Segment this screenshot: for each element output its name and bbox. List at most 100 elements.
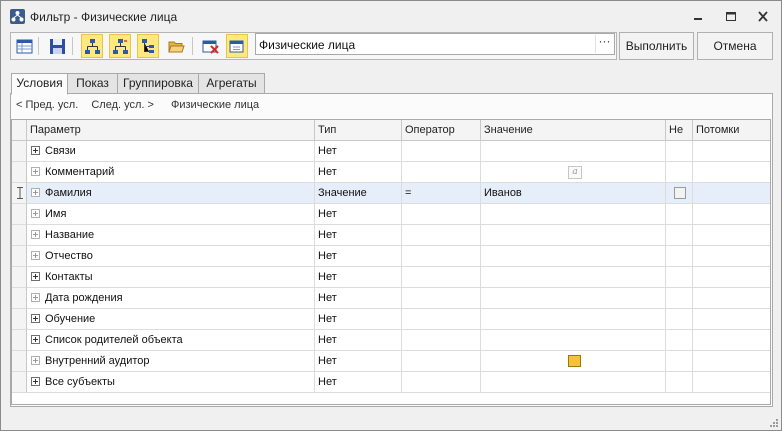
column-header-not[interactable]: Не (666, 120, 693, 141)
table-row[interactable]: Все субъекты Нет (12, 372, 770, 393)
cell-descendants[interactable] (693, 204, 770, 225)
expand-icon[interactable] (31, 314, 40, 323)
cell-type[interactable]: Нет (315, 225, 402, 246)
column-header-parameter[interactable]: Параметр (27, 120, 315, 141)
hierarchy-alt-button[interactable] (109, 34, 131, 58)
cell-value[interactable]: Иванов (481, 183, 666, 204)
cell-parameter[interactable]: Имя (27, 204, 315, 225)
cell-parameter[interactable]: Обучение (27, 309, 315, 330)
cell-not[interactable] (666, 204, 693, 225)
table-row[interactable]: Название Нет (12, 225, 770, 246)
cell-operator[interactable] (402, 225, 481, 246)
cell-not[interactable] (666, 372, 693, 393)
cell-operator[interactable] (402, 141, 481, 162)
cell-descendants[interactable] (693, 351, 770, 372)
cell-parameter[interactable]: Список родителей объекта (27, 330, 315, 351)
cell-descendants[interactable] (693, 183, 770, 204)
cell-operator[interactable] (402, 162, 481, 183)
cell-operator[interactable] (402, 351, 481, 372)
cell-operator[interactable] (402, 204, 481, 225)
cell-not[interactable] (666, 183, 693, 204)
cell-type[interactable]: Значение (315, 183, 402, 204)
run-button[interactable]: Выполнить (619, 32, 694, 60)
cell-descendants[interactable] (693, 330, 770, 351)
cell-operator[interactable] (402, 267, 481, 288)
table-row[interactable]: Обучение Нет (12, 309, 770, 330)
expand-icon[interactable] (31, 356, 40, 365)
close-icon[interactable] (756, 11, 770, 23)
cell-value[interactable] (481, 204, 666, 225)
expand-icon[interactable] (31, 377, 40, 386)
cell-parameter[interactable]: Контакты (27, 267, 315, 288)
apply-filter-button[interactable] (226, 34, 248, 58)
yellow-checkbox-icon[interactable] (568, 355, 581, 367)
table-row[interactable]: Имя Нет (12, 204, 770, 225)
text-icon[interactable]: a (568, 166, 582, 179)
table-row[interactable]: Список родителей объекта Нет (12, 330, 770, 351)
open-folder-button[interactable] (165, 34, 187, 58)
expand-icon[interactable] (31, 209, 40, 218)
tab-grouping[interactable]: Группировка (117, 73, 199, 94)
cell-value[interactable] (481, 225, 666, 246)
cell-operator[interactable] (402, 330, 481, 351)
cell-value[interactable] (481, 141, 666, 162)
column-header-type[interactable]: Тип (315, 120, 402, 141)
cell-type[interactable]: Нет (315, 330, 402, 351)
grid-settings-button[interactable] (13, 34, 35, 58)
cell-not[interactable] (666, 162, 693, 183)
expand-icon[interactable] (31, 335, 40, 344)
resize-grip-icon[interactable] (768, 417, 778, 427)
prev-condition-link[interactable]: < Пред. усл. (16, 99, 78, 111)
cell-parameter[interactable]: Название (27, 225, 315, 246)
table-row[interactable]: Отчество Нет (12, 246, 770, 267)
column-header-operator[interactable]: Оператор (402, 120, 481, 141)
cell-type[interactable]: Нет (315, 372, 402, 393)
cell-value[interactable] (481, 309, 666, 330)
cell-descendants[interactable] (693, 372, 770, 393)
cell-parameter[interactable]: Комментарий (27, 162, 315, 183)
table-row[interactable]: Комментарий Нет a (12, 162, 770, 183)
cell-operator[interactable] (402, 288, 481, 309)
cell-descendants[interactable] (693, 225, 770, 246)
cell-not[interactable] (666, 288, 693, 309)
cell-not[interactable] (666, 141, 693, 162)
cell-type[interactable]: Нет (315, 309, 402, 330)
expand-icon[interactable] (31, 167, 40, 176)
expand-icon[interactable] (31, 272, 40, 281)
expand-icon[interactable] (31, 230, 40, 239)
table-row[interactable]: Дата рождения Нет (12, 288, 770, 309)
clear-filter-button[interactable] (199, 34, 221, 58)
save-button[interactable] (46, 34, 68, 58)
cell-not[interactable] (666, 330, 693, 351)
cell-value[interactable] (481, 330, 666, 351)
cell-operator[interactable] (402, 246, 481, 267)
browse-button[interactable]: ··· (595, 35, 613, 53)
table-row[interactable]: Внутренний аудитор Нет (12, 351, 770, 372)
expand-icon[interactable] (31, 188, 40, 197)
cell-not[interactable] (666, 309, 693, 330)
cell-descendants[interactable] (693, 267, 770, 288)
cell-value[interactable] (481, 288, 666, 309)
cell-operator[interactable] (402, 372, 481, 393)
table-row[interactable]: Фамилия Значение = Иванов (12, 183, 770, 204)
cell-type[interactable]: Нет (315, 351, 402, 372)
filter-name-field[interactable]: Физические лица ··· (255, 33, 615, 55)
expand-icon[interactable] (31, 293, 40, 302)
next-condition-link[interactable]: След. усл. > (91, 99, 154, 111)
cell-descendants[interactable] (693, 288, 770, 309)
cell-parameter[interactable]: Дата рождения (27, 288, 315, 309)
cell-type[interactable]: Нет (315, 204, 402, 225)
table-row[interactable]: Связи Нет (12, 141, 770, 162)
cell-type[interactable]: Нет (315, 141, 402, 162)
cell-parameter[interactable]: Все субъекты (27, 372, 315, 393)
cell-operator[interactable]: = (402, 183, 481, 204)
cell-parameter[interactable]: Внутренний аудитор (27, 351, 315, 372)
title-bar[interactable]: Фильтр - Физические лица (1, 1, 781, 32)
cell-not[interactable] (666, 225, 693, 246)
hierarchy-button[interactable] (81, 34, 103, 58)
cell-parameter[interactable]: Фамилия (27, 183, 315, 204)
cell-value[interactable] (481, 246, 666, 267)
cell-value[interactable] (481, 267, 666, 288)
cell-operator[interactable] (402, 309, 481, 330)
cell-descendants[interactable] (693, 309, 770, 330)
